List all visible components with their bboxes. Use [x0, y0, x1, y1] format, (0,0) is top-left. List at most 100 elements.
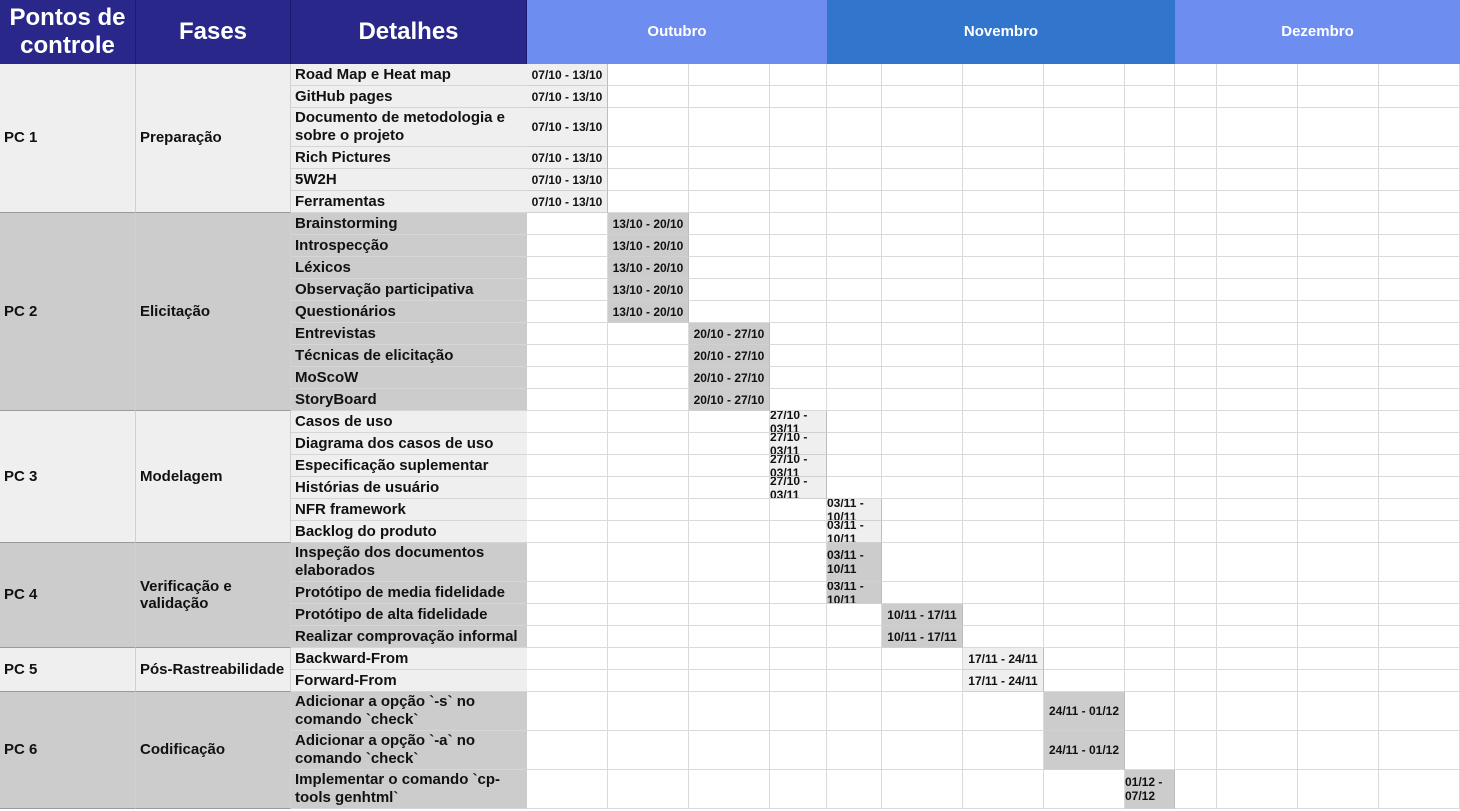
timeline-bar[interactable]: 01/12 - 07/12	[1125, 770, 1175, 809]
grid-cell[interactable]	[827, 411, 882, 433]
grid-cell[interactable]	[1044, 499, 1125, 521]
grid-cell[interactable]	[827, 604, 882, 626]
phase-label[interactable]: Preparação	[136, 64, 291, 213]
grid-cell[interactable]	[827, 279, 882, 301]
grid-cell[interactable]	[1379, 731, 1460, 770]
task-name[interactable]: Ferramentas	[291, 191, 527, 213]
grid-cell[interactable]	[882, 169, 963, 191]
timeline-bar[interactable]: 24/11 - 01/12	[1044, 692, 1125, 731]
grid-cell[interactable]	[882, 257, 963, 279]
task-name[interactable]: Entrevistas	[291, 323, 527, 345]
timeline-bar[interactable]: 07/10 - 13/10	[527, 169, 608, 191]
grid-cell[interactable]	[527, 411, 608, 433]
grid-cell[interactable]	[1298, 389, 1379, 411]
grid-cell[interactable]	[827, 301, 882, 323]
task-name[interactable]: Adicionar a opção `-s` no comando `check…	[291, 692, 527, 731]
grid-cell[interactable]	[689, 499, 770, 521]
grid-cell[interactable]	[1298, 191, 1379, 213]
grid-cell[interactable]	[1175, 279, 1217, 301]
grid-cell[interactable]	[1298, 64, 1379, 86]
control-point-label[interactable]: PC 3	[0, 411, 136, 543]
task-name[interactable]: Léxicos	[291, 257, 527, 279]
grid-cell[interactable]	[1044, 86, 1125, 108]
grid-cell[interactable]	[1175, 648, 1217, 670]
grid-cell[interactable]	[1125, 257, 1175, 279]
grid-cell[interactable]	[1298, 455, 1379, 477]
grid-cell[interactable]	[1217, 433, 1298, 455]
grid-cell[interactable]	[527, 648, 608, 670]
grid-cell[interactable]	[608, 367, 689, 389]
grid-cell[interactable]	[608, 433, 689, 455]
grid-cell[interactable]	[1175, 108, 1217, 147]
grid-cell[interactable]	[1044, 213, 1125, 235]
grid-cell[interactable]	[1125, 64, 1175, 86]
grid-cell[interactable]	[1217, 477, 1298, 499]
grid-cell[interactable]	[1217, 301, 1298, 323]
grid-cell[interactable]	[1125, 345, 1175, 367]
grid-cell[interactable]	[963, 389, 1044, 411]
header-pontos-de-controle[interactable]: Pontos de controle	[0, 0, 136, 64]
task-name[interactable]: Diagrama dos casos de uso	[291, 433, 527, 455]
grid-cell[interactable]	[1298, 731, 1379, 770]
grid-cell[interactable]	[527, 455, 608, 477]
grid-cell[interactable]	[1298, 169, 1379, 191]
timeline-bar[interactable]: 17/11 - 24/11	[963, 670, 1044, 692]
grid-cell[interactable]	[963, 521, 1044, 543]
grid-cell[interactable]	[1298, 499, 1379, 521]
timeline-bar[interactable]: 13/10 - 20/10	[608, 235, 689, 257]
grid-cell[interactable]	[1175, 389, 1217, 411]
grid-cell[interactable]	[608, 169, 689, 191]
grid-cell[interactable]	[1298, 626, 1379, 648]
grid-cell[interactable]	[689, 169, 770, 191]
grid-cell[interactable]	[1044, 433, 1125, 455]
grid-cell[interactable]	[1044, 411, 1125, 433]
grid-cell[interactable]	[827, 692, 882, 731]
grid-cell[interactable]	[1125, 235, 1175, 257]
task-name[interactable]: Implementar o comando `cp-tools genhtml`	[291, 770, 527, 809]
grid-cell[interactable]	[608, 543, 689, 582]
grid-cell[interactable]	[1217, 147, 1298, 169]
timeline-bar[interactable]: 17/11 - 24/11	[963, 648, 1044, 670]
grid-cell[interactable]	[882, 731, 963, 770]
grid-cell[interactable]	[963, 433, 1044, 455]
grid-cell[interactable]	[882, 770, 963, 809]
grid-cell[interactable]	[882, 108, 963, 147]
grid-cell[interactable]	[1175, 64, 1217, 86]
header-month-novembro[interactable]: Novembro	[827, 0, 1175, 64]
grid-cell[interactable]	[527, 604, 608, 626]
grid-cell[interactable]	[1379, 670, 1460, 692]
grid-cell[interactable]	[527, 543, 608, 582]
grid-cell[interactable]	[963, 345, 1044, 367]
grid-cell[interactable]	[1044, 521, 1125, 543]
grid-cell[interactable]	[1125, 648, 1175, 670]
grid-cell[interactable]	[1379, 543, 1460, 582]
grid-cell[interactable]	[1298, 477, 1379, 499]
grid-cell[interactable]	[770, 108, 827, 147]
grid-cell[interactable]	[827, 455, 882, 477]
grid-cell[interactable]	[527, 477, 608, 499]
grid-cell[interactable]	[963, 257, 1044, 279]
grid-cell[interactable]	[963, 770, 1044, 809]
grid-cell[interactable]	[689, 64, 770, 86]
grid-cell[interactable]	[770, 345, 827, 367]
grid-cell[interactable]	[689, 543, 770, 582]
grid-cell[interactable]	[1379, 692, 1460, 731]
grid-cell[interactable]	[1379, 455, 1460, 477]
timeline-bar[interactable]: 13/10 - 20/10	[608, 257, 689, 279]
grid-cell[interactable]	[608, 499, 689, 521]
grid-cell[interactable]	[963, 477, 1044, 499]
task-name[interactable]: 5W2H	[291, 169, 527, 191]
grid-cell[interactable]	[963, 169, 1044, 191]
grid-cell[interactable]	[527, 626, 608, 648]
grid-cell[interactable]	[1298, 235, 1379, 257]
grid-cell[interactable]	[963, 367, 1044, 389]
grid-cell[interactable]	[1044, 108, 1125, 147]
grid-cell[interactable]	[1175, 191, 1217, 213]
grid-cell[interactable]	[1217, 191, 1298, 213]
grid-cell[interactable]	[1298, 345, 1379, 367]
grid-cell[interactable]	[770, 543, 827, 582]
grid-cell[interactable]	[608, 670, 689, 692]
grid-cell[interactable]	[963, 411, 1044, 433]
task-name[interactable]: Backward-From	[291, 648, 527, 670]
grid-cell[interactable]	[689, 477, 770, 499]
